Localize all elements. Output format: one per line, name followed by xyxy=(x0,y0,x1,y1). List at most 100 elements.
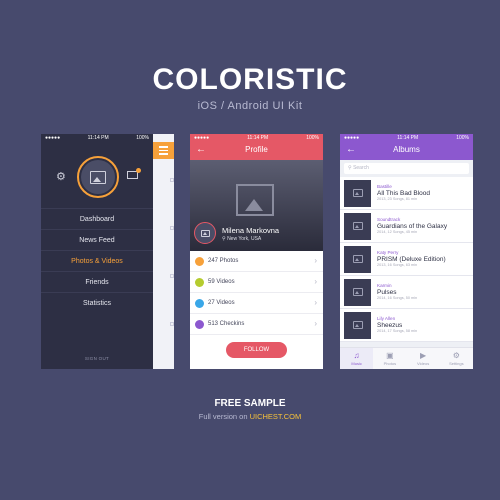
music-icon: ♫ xyxy=(353,351,360,360)
tab-bar: ♫ Music ▣ Photos ▶ Videos ⚙ Settings xyxy=(340,347,473,369)
album-row[interactable]: Soundtrack Guardians of the Galaxy 2014, 1… xyxy=(340,210,473,243)
image-icon xyxy=(352,321,363,329)
profile-location: ⚲ New York, USA xyxy=(222,236,261,242)
album-title: Pulses xyxy=(377,288,397,296)
search-placeholder: Search xyxy=(353,165,369,171)
menu-item[interactable]: Statistics xyxy=(41,292,153,313)
signal-icon: ●●●●● xyxy=(45,135,61,141)
album-row[interactable]: Lily Allen Sheezus 2014, 17 Songs, 58 min xyxy=(340,309,473,342)
tab-label: Settings xyxy=(449,361,464,366)
album-cover xyxy=(344,278,371,306)
album-meta: 2014, 17 Songs, 58 min xyxy=(377,329,418,334)
album-cover xyxy=(344,245,371,273)
avatar[interactable] xyxy=(77,156,119,198)
tab-music[interactable]: ♫ Music xyxy=(340,348,374,369)
status-bar: ●●●●● 11:14 PM 100% xyxy=(190,134,323,142)
photos-icon: ▣ xyxy=(386,351,394,360)
status-time: 11:14 PM xyxy=(397,135,419,141)
stat-icon xyxy=(195,298,204,308)
battery-text: 100% xyxy=(456,135,469,141)
content-glyph xyxy=(170,274,174,278)
image-icon xyxy=(90,170,106,184)
stat-label: 59 Videos xyxy=(208,279,235,285)
content-glyph xyxy=(170,226,174,230)
content-glyph xyxy=(170,178,174,182)
profile-name: Milena Markovna xyxy=(222,226,280,235)
videos-icon: ▶ xyxy=(420,351,427,360)
stat-row[interactable]: 513 Checkins › xyxy=(190,314,323,335)
tab-label: Music xyxy=(351,361,362,366)
image-icon xyxy=(352,222,363,230)
menu-item[interactable]: News Feed xyxy=(41,229,153,250)
album-title: All This Bad Blood xyxy=(377,189,430,197)
settings-icon: ⚙ xyxy=(452,351,460,360)
phone-albums-screen: ●●●●● 11:14 PM 100% ← Albums ⚲ Search Ba… xyxy=(340,134,473,369)
stat-icon xyxy=(195,277,204,287)
album-list: Bastille All This Bad Blood 2013, 23 Songs… xyxy=(340,177,473,342)
full-version-note: Full version on UICHEST.COM xyxy=(0,412,500,421)
screen-title: Profile xyxy=(245,145,268,154)
hamburger-icon[interactable] xyxy=(153,142,174,159)
image-icon xyxy=(352,255,363,263)
battery-text: 100% xyxy=(136,135,149,141)
gear-icon[interactable]: ⚙ xyxy=(56,170,66,183)
album-title: Sheezus xyxy=(377,321,403,329)
albums-header: ●●●●● 11:14 PM 100% ← Albums xyxy=(340,134,473,160)
content-peek xyxy=(153,134,174,369)
menu-item[interactable]: Friends xyxy=(41,271,153,292)
page-title: COLORISTIC xyxy=(152,63,348,96)
profile-cover: Milena Markovna ⚲ New York, USA xyxy=(190,160,323,251)
stat-icon xyxy=(195,256,204,266)
profile-header: ●●●●● 11:14 PM 100% ← Profile xyxy=(190,134,323,160)
status-time: 11:14 PM xyxy=(247,135,269,141)
album-title: PRISM (Deluxe Edition) xyxy=(377,255,446,263)
status-time: 11:14 PM xyxy=(87,135,109,141)
avatar[interactable] xyxy=(194,222,216,244)
tab-settings[interactable]: ⚙ Settings xyxy=(440,348,473,369)
album-row[interactable]: Bastille All This Bad Blood 2013, 23 Songs… xyxy=(340,177,473,210)
brand-link[interactable]: UICHEST.COM xyxy=(250,412,302,421)
sign-out-link[interactable]: SIGN OUT xyxy=(41,356,153,361)
chevron-right-icon: › xyxy=(314,277,317,286)
location-text: New York, USA xyxy=(227,236,262,242)
album-cover xyxy=(344,179,371,207)
image-icon xyxy=(200,229,210,237)
signal-icon: ●●●●● xyxy=(194,135,210,141)
album-meta: 2014, 12 Songs, 45 min xyxy=(377,230,418,235)
stat-label: 247 Photos xyxy=(208,258,239,264)
notification-dot xyxy=(136,168,141,173)
content-glyph xyxy=(170,322,174,326)
stat-row[interactable]: 59 Videos › xyxy=(190,272,323,293)
screen-title: Albums xyxy=(393,145,420,154)
stat-label: 27 Videos xyxy=(208,300,235,306)
album-row[interactable]: Karmin Pulses 2014, 16 Songs, 50 min xyxy=(340,276,473,309)
chevron-right-icon: › xyxy=(314,256,317,265)
tab-photos[interactable]: ▣ Photos xyxy=(373,348,406,369)
stat-label: 513 Checkins xyxy=(208,321,245,327)
tab-label: Photos xyxy=(383,361,397,366)
side-menu: ●●●●● 11:14 PM 100% ⚙ Dashboard News Feed… xyxy=(41,134,153,369)
chevron-right-icon: › xyxy=(314,319,317,328)
stat-row[interactable]: 247 Photos › xyxy=(190,251,323,272)
signal-icon: ●●●●● xyxy=(344,135,360,141)
status-bar: ●●●●● 11:14 PM 100% xyxy=(41,134,153,142)
page-subtitle: iOS / Android UI Kit xyxy=(197,100,303,112)
album-meta: 2013, 23 Songs, 81 min xyxy=(377,197,418,202)
album-meta: 2013, 16 Songs, 63 min xyxy=(377,263,418,268)
album-title: Guardians of the Galaxy xyxy=(377,222,448,230)
album-meta: 2014, 16 Songs, 50 min xyxy=(377,296,418,301)
follow-button[interactable]: FOLLOW xyxy=(226,342,287,358)
stat-row[interactable]: 27 Videos › xyxy=(190,293,323,314)
image-icon xyxy=(352,189,363,197)
image-icon xyxy=(352,288,363,296)
tab-videos[interactable]: ▶ Videos xyxy=(407,348,440,369)
profile-stats-list: 247 Photos › 59 Videos › 27 Videos › 513 Check… xyxy=(190,251,323,335)
search-input[interactable]: ⚲ Search xyxy=(344,163,469,174)
stat-icon xyxy=(195,319,204,329)
album-row[interactable]: Katy Perry PRISM (Deluxe Edition) 2013, 16… xyxy=(340,243,473,276)
tab-label: Videos xyxy=(417,361,430,366)
menu-item[interactable]: Photos & Videos xyxy=(41,250,153,271)
menu-item[interactable]: Dashboard xyxy=(41,208,153,229)
chevron-right-icon: › xyxy=(314,298,317,307)
status-bar: ●●●●● 11:14 PM 100% xyxy=(340,134,473,142)
